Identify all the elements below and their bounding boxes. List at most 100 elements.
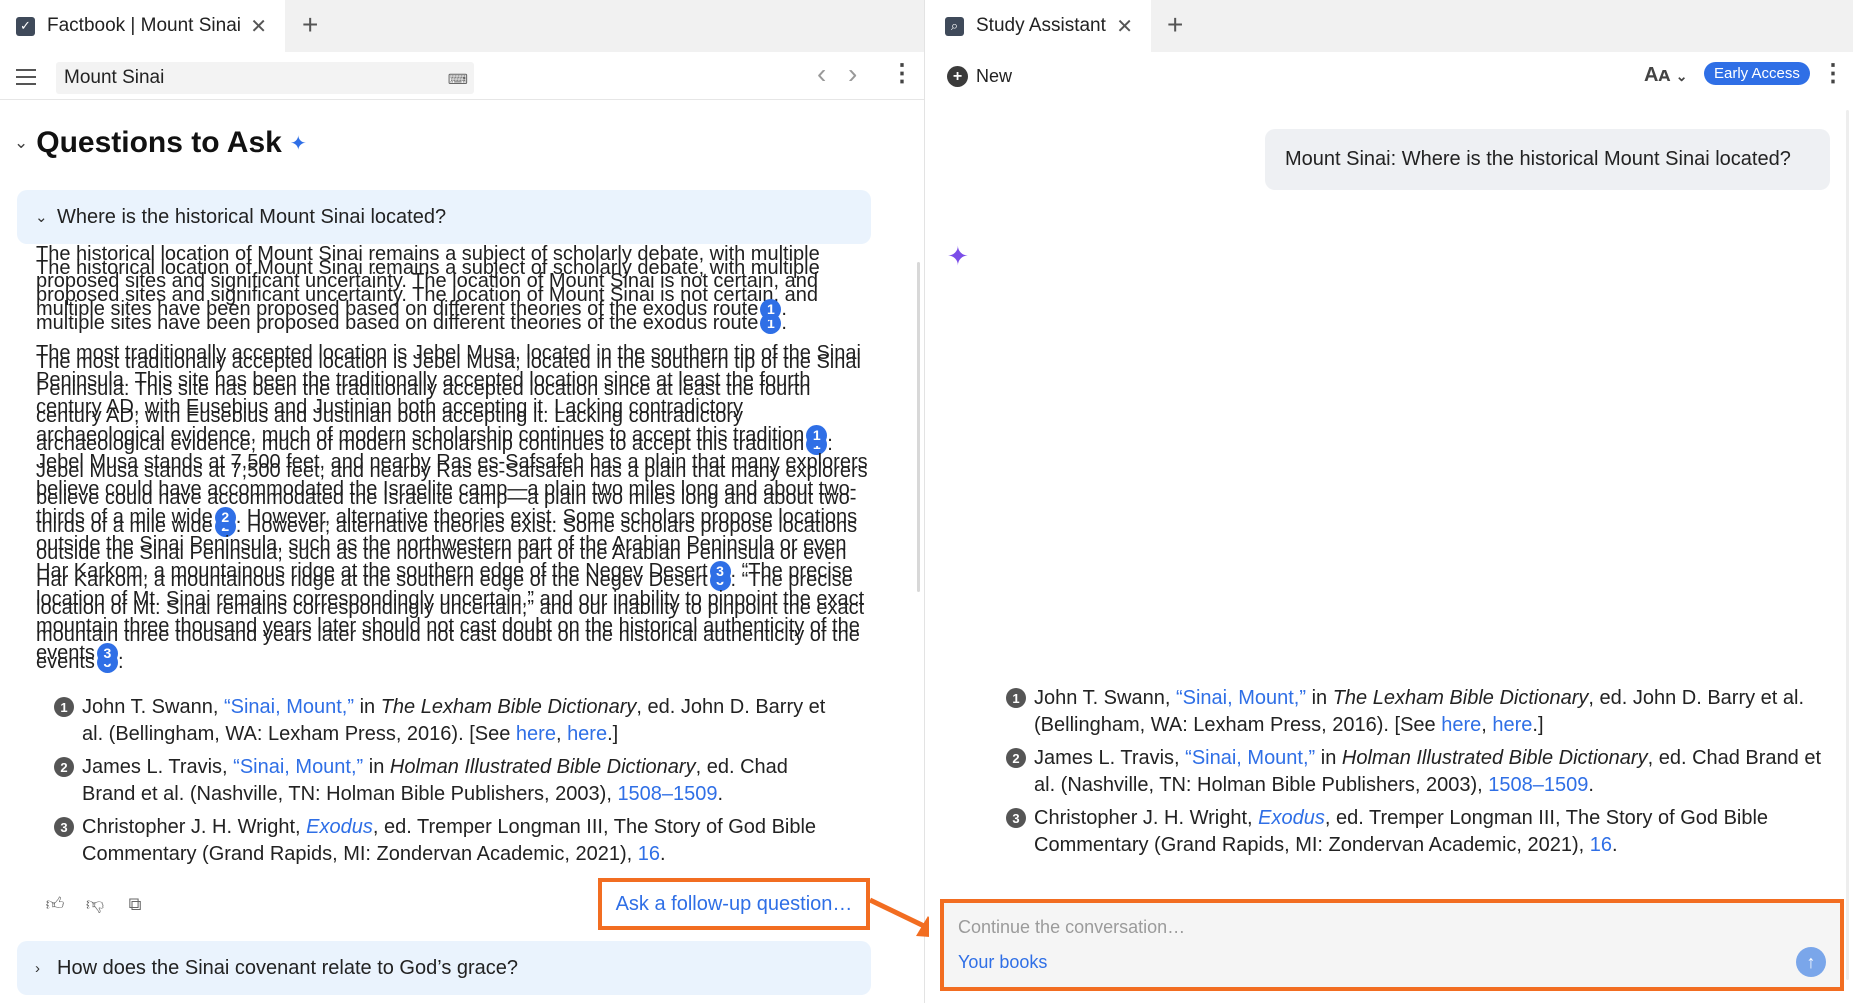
left-references: 1 John T. Swann, “Sinai, Mount,” in The L… xyxy=(54,694,834,874)
address-field[interactable]: Mount Sinai ⌨ xyxy=(56,62,474,94)
ref-in: in xyxy=(363,756,390,778)
ref-link[interactable]: here xyxy=(516,723,556,745)
sparkle-icon: ✦ xyxy=(289,132,307,155)
follow-up-question-button[interactable]: Ask a follow-up question… xyxy=(598,878,870,930)
ref-sep: , xyxy=(555,723,568,745)
question-card-2[interactable]: › How does the Sinai covenant relate to … xyxy=(17,941,871,995)
right-scrollbar[interactable] xyxy=(1846,110,1849,980)
reference-item: 1 John T. Swann, “Sinai, Mount,” in The L… xyxy=(1006,685,1826,739)
ref-end: . xyxy=(1588,774,1594,796)
close-icon[interactable]: ✕ xyxy=(250,14,267,39)
plus-icon[interactable]: + xyxy=(1167,10,1183,40)
new-label: New xyxy=(976,66,1013,86)
user-message-text: Mount Sinai: Where is the historical Mou… xyxy=(1285,148,1791,170)
conversation-input[interactable]: Continue the conversation… Your books ↑ xyxy=(940,899,1844,991)
reference-item: 3 Christopher J. H. Wright, Exodus, ed. T… xyxy=(54,814,834,868)
thumbs-up-icon[interactable]: 👍︎ xyxy=(44,893,66,915)
ref-link[interactable]: 16 xyxy=(1590,834,1612,856)
ref-end: . xyxy=(1612,834,1618,856)
plus-icon: + xyxy=(947,66,968,87)
ref-title-link[interactable]: “Sinai, Mount,” xyxy=(233,756,363,778)
ref-book: The Lexham Bible Dictionary xyxy=(1332,687,1589,709)
ref-author: John T. Swann, xyxy=(82,696,224,718)
left-toolbar: Mount Sinai ⌨ ‹ › ⋮ xyxy=(0,52,924,100)
reference-item: 2 James L. Travis, “Sinai, Mount,” in Hol… xyxy=(1006,745,1826,799)
close-icon[interactable]: ✕ xyxy=(1116,14,1133,39)
tab-title: Study Assistant xyxy=(976,15,1106,36)
reference-item: 1 John T. Swann, “Sinai, Mount,” in The L… xyxy=(54,694,834,748)
answer-text: The most traditionally accepted location… xyxy=(36,341,861,446)
keyboard-icon[interactable]: ⌨ xyxy=(448,71,468,88)
reference-number: 3 xyxy=(1006,808,1026,828)
ref-link[interactable]: 16 xyxy=(638,843,660,865)
ref-in: in xyxy=(1315,747,1342,769)
checkbox-icon: ✓ xyxy=(16,16,35,36)
reference-number: 1 xyxy=(54,697,74,717)
left-scrollbar[interactable] xyxy=(917,262,920,592)
new-button[interactable]: + New xyxy=(947,66,1012,87)
ref-link[interactable]: 1508–1509 xyxy=(1488,774,1588,796)
your-books-link[interactable]: Your books xyxy=(958,952,1047,973)
ref-end: .] xyxy=(1532,714,1544,736)
ref-book: Holman Illustrated Bible Dictionary xyxy=(389,756,696,778)
question-text: How does the Sinai covenant relate to Go… xyxy=(57,956,519,979)
section-header[interactable]: ⌄ Questions to Ask ✦ xyxy=(14,126,307,160)
ref-title-link[interactable]: “Sinai, Mount,” xyxy=(1176,687,1306,709)
tab-factbook[interactable]: ✓ Factbook | Mount Sinai ✕ xyxy=(0,0,285,52)
ref-link[interactable]: here xyxy=(1492,714,1532,736)
answer-paragraph: The historical location of Mount Sinai r… xyxy=(36,243,820,320)
answer-text: The historical location of Mount Sinai r… xyxy=(36,243,820,320)
ref-title-link[interactable]: “Sinai, Mount,” xyxy=(1185,747,1315,769)
sparkle-icon: ✦ xyxy=(947,241,969,271)
ref-author: John T. Swann, xyxy=(1034,687,1176,709)
ref-in: in xyxy=(354,696,381,718)
ref-end: . xyxy=(717,783,724,805)
feedback-bar: 👍︎ 👎︎ ⧉ xyxy=(44,893,146,915)
thumbs-down-icon[interactable]: 👎︎ xyxy=(84,893,106,915)
plus-icon[interactable]: + xyxy=(302,10,318,40)
ref-title-link[interactable]: Exodus xyxy=(1258,807,1325,829)
font-size-button[interactable]: Aᴀ ⌄ xyxy=(1644,64,1688,87)
reference-item: 3 Christopher J. H. Wright, Exodus, ed. T… xyxy=(1006,805,1826,859)
tab-study-assistant[interactable]: ⌕ Study Assistant ✕ xyxy=(929,0,1151,52)
question-text: Where is the historical Mount Sinai loca… xyxy=(57,205,447,228)
question-card-1[interactable]: ⌄ Where is the historical Mount Sinai lo… xyxy=(17,190,871,244)
early-access-badge[interactable]: Early Access xyxy=(1704,62,1810,85)
kebab-icon[interactable]: ⋮ xyxy=(890,62,914,86)
reference-number: 1 xyxy=(1006,688,1026,708)
ref-book: The Lexham Bible Dictionary xyxy=(380,696,637,718)
citation-badge[interactable]: 2 xyxy=(214,506,236,528)
citation-badge[interactable]: 1 xyxy=(760,298,782,320)
chevron-right-icon: › xyxy=(35,959,40,977)
ref-book: Holman Illustrated Bible Dictionary xyxy=(1341,747,1648,769)
kebab-icon[interactable]: ⋮ xyxy=(1821,62,1845,86)
ref-title-link[interactable]: “Sinai, Mount,” xyxy=(224,696,354,718)
ref-in: in xyxy=(1306,687,1333,709)
reference-item: 2 James L. Travis, “Sinai, Mount,” in Hol… xyxy=(54,754,834,808)
follow-up-label: Ask a follow-up question… xyxy=(615,892,853,915)
ref-author: Christopher J. H. Wright, xyxy=(1034,807,1259,829)
ref-author: James L. Travis, xyxy=(82,756,234,778)
citation-badge[interactable]: 3 xyxy=(709,561,731,583)
chevron-left-icon[interactable]: ‹ xyxy=(817,58,826,90)
citation-badge[interactable]: 1 xyxy=(806,424,828,446)
ref-link[interactable]: here xyxy=(567,723,607,745)
ref-title-link[interactable]: Exodus xyxy=(306,816,373,838)
send-icon[interactable]: ↑ xyxy=(1796,947,1826,977)
input-placeholder: Continue the conversation… xyxy=(958,917,1186,937)
left-tabbar: ✓ Factbook | Mount Sinai ✕ + xyxy=(0,0,924,52)
ref-end: . xyxy=(660,843,666,865)
chevron-down-icon: ⌄ xyxy=(35,209,48,226)
copy-icon[interactable]: ⧉ xyxy=(124,893,146,915)
citation-badge[interactable]: 3 xyxy=(96,643,118,665)
ref-end: .] xyxy=(607,723,619,745)
chevron-right-icon[interactable]: › xyxy=(848,58,857,90)
ref-link[interactable]: 1508–1509 xyxy=(617,783,717,805)
chat-icon: ⌕ xyxy=(945,16,964,36)
tab-title: Factbook | Mount Sinai xyxy=(47,15,241,36)
address-text: Mount Sinai xyxy=(64,67,165,88)
menu-icon[interactable] xyxy=(16,69,36,85)
ref-author: Christopher J. H. Wright, xyxy=(82,816,307,838)
right-references: 1 John T. Swann, “Sinai, Mount,” in The L… xyxy=(1006,685,1826,865)
ref-link[interactable]: here xyxy=(1441,714,1481,736)
